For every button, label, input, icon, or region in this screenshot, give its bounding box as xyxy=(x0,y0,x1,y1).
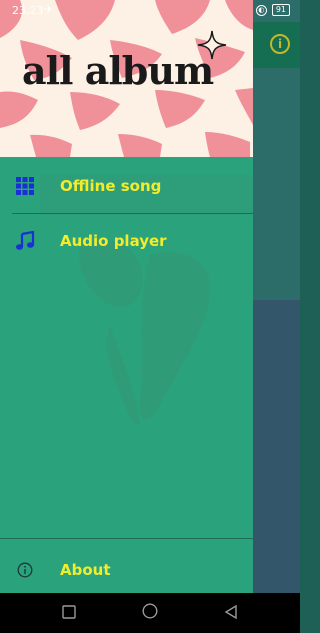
navigation-drawer: all album Offline song Audio player Abou… xyxy=(0,0,253,593)
info-icon xyxy=(14,559,36,581)
home-icon[interactable] xyxy=(142,603,158,619)
menu-item-audio-player[interactable]: Audio player xyxy=(0,219,253,263)
divider xyxy=(12,213,253,214)
menu-item-label: About xyxy=(60,561,111,579)
drawer-header: all album xyxy=(0,0,253,157)
album-art-watermark xyxy=(40,175,253,425)
divider xyxy=(0,538,253,539)
menu-item-label: Offline song xyxy=(60,177,162,195)
system-nav-bar xyxy=(0,593,300,633)
data-saver-icon: ◐ xyxy=(255,4,267,16)
music-note-icon xyxy=(14,230,36,252)
status-bar: 23.23 ✈ ◐ 91 xyxy=(0,0,300,22)
menu-item-offline-song[interactable]: Offline song xyxy=(0,164,253,208)
menu-item-label: Audio player xyxy=(60,232,167,250)
drawer-title: all album xyxy=(22,48,214,93)
menu-item-about[interactable]: About xyxy=(0,548,253,592)
airplane-mode-icon: ✈ xyxy=(44,3,54,16)
status-icons: ◐ 91 xyxy=(255,4,290,16)
battery-indicator: 91 xyxy=(271,4,290,16)
grid-icon xyxy=(14,175,36,197)
info-icon[interactable]: i xyxy=(270,34,290,54)
status-time: 23.23 xyxy=(12,4,44,17)
back-icon[interactable] xyxy=(224,605,238,619)
recents-icon[interactable] xyxy=(62,605,76,619)
